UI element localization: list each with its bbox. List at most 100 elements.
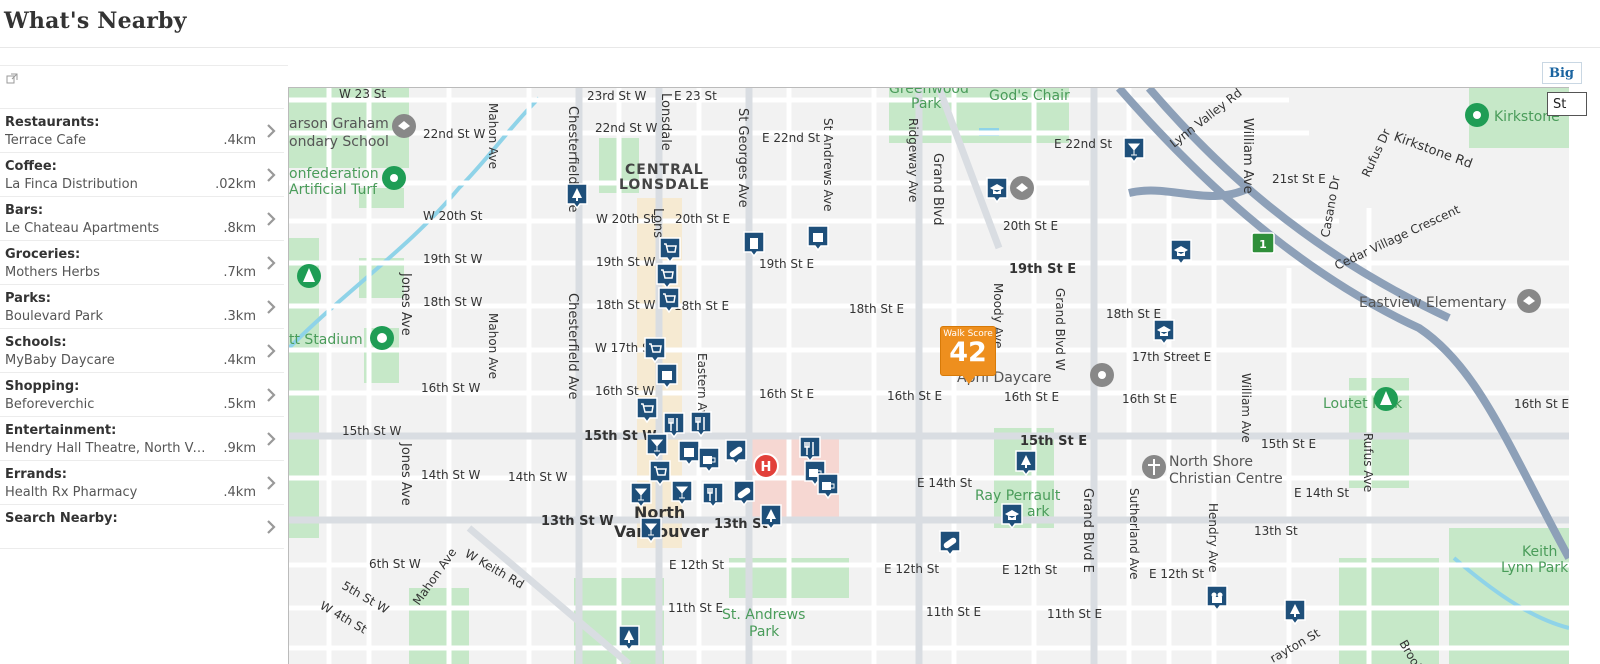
street-label: E 22nd St (1054, 137, 1112, 151)
highway-shield-icon: 1 (1252, 233, 1274, 253)
street-label: 19th St E (759, 257, 814, 271)
grocery-marker-icon[interactable] (657, 264, 677, 288)
chevron-right-icon (265, 431, 277, 447)
chevron-right-icon (265, 299, 277, 315)
category-label: Schools: (5, 335, 67, 350)
place-name: MyBaby Daycare (5, 353, 210, 368)
restaurant-marker-icon[interactable] (800, 437, 820, 461)
popout-icon[interactable] (6, 73, 18, 85)
restaurant-marker-icon[interactable] (691, 412, 711, 436)
place-label: Artificial Turf (289, 182, 378, 198)
neighbourhood-label: LONSDALE (619, 177, 710, 193)
coffee-marker-icon[interactable] (699, 448, 719, 472)
bigger-map-button[interactable]: Big (1542, 62, 1582, 84)
park-marker-icon[interactable] (761, 505, 781, 529)
street-label: 16th St E (1004, 390, 1059, 404)
distance-value: .4km (223, 353, 256, 368)
shopping-marker-icon[interactable] (808, 226, 828, 250)
street-label: 6th St W (369, 557, 421, 571)
place-name: Terrace Cafe (5, 133, 210, 148)
street-label: 20th St E (1003, 219, 1058, 233)
street-label: Mahon Ave (486, 313, 500, 379)
distance-value: .4km (223, 485, 256, 500)
park-marker-icon[interactable] (619, 626, 639, 650)
street-label: E 23 St (674, 89, 717, 103)
street-label: Lonsdale (658, 93, 673, 151)
distance-value: .3km (223, 309, 256, 324)
nearby-item-errands[interactable]: Errands: Health Rx Pharmacy .4km (0, 460, 284, 504)
nearby-item-groceries[interactable]: Groceries: Mothers Herbs .7km (0, 240, 284, 284)
grocery-marker-icon[interactable] (660, 238, 680, 262)
street-label: E 12th St (1149, 567, 1204, 581)
nearby-item-schools[interactable]: Schools: MyBaby Daycare .4km (0, 328, 284, 372)
place-label: onfederation (289, 166, 379, 182)
bar-marker-icon[interactable] (672, 481, 692, 505)
park-marker-icon[interactable] (567, 184, 587, 208)
restaurant-marker-icon[interactable] (703, 483, 723, 507)
street-label: 16th St E (1122, 392, 1177, 406)
place-label: Eastview Elementary (1359, 295, 1506, 311)
place-label: North Shore (1169, 454, 1253, 470)
bar-marker-icon[interactable] (641, 518, 661, 542)
distance-value: .7km (223, 265, 256, 280)
street-label: 16th St E (887, 389, 942, 403)
street-label: 11th St E (926, 605, 981, 619)
category-label: Restaurants: (5, 115, 99, 130)
distance-value: .9km (223, 441, 256, 456)
street-label: 18th St W (596, 298, 656, 312)
svg-text:H: H (761, 460, 772, 475)
nearby-item-entertainment[interactable]: Entertainment: Hendry Hall Theatre, Nort… (0, 416, 284, 460)
bar-marker-icon[interactable] (631, 483, 651, 507)
entertainment-marker-icon[interactable] (744, 232, 764, 256)
grocery-marker-icon[interactable] (645, 338, 665, 362)
nearby-item-restaurants[interactable]: Restaurants: Terrace Cafe .4km (0, 108, 284, 152)
pharmacy-marker-icon[interactable] (940, 531, 960, 555)
street-label: E 14th St (917, 476, 972, 490)
school-marker-icon[interactable] (987, 178, 1007, 202)
street-label: Chesterfield Ave (565, 293, 580, 400)
walk-score-badge[interactable]: Walk Score 42 (940, 326, 996, 376)
category-label: Errands: (5, 467, 67, 482)
pharmacy-marker-icon[interactable] (726, 440, 746, 464)
category-label: Parks: (5, 291, 51, 306)
nearby-item-search[interactable]: Search Nearby: (0, 504, 284, 549)
street-label: E 14th St (1294, 486, 1349, 500)
street-label: W 20th St (423, 209, 483, 223)
park-marker-icon[interactable] (1016, 451, 1036, 475)
street-view-button[interactable]: St (1547, 92, 1587, 116)
place-label: Lynn Park (1501, 560, 1569, 576)
street-label: Ridgeway Ave (906, 118, 920, 202)
neighbourhood-label: CENTRAL (625, 162, 704, 178)
bar-marker-icon[interactable] (1124, 138, 1144, 162)
nearby-item-parks[interactable]: Parks: Boulevard Park .3km (0, 284, 284, 328)
street-label: St Georges Ave (735, 108, 750, 208)
street-label: 16th St E (759, 387, 814, 401)
street-label: 18th St E (1106, 307, 1161, 321)
chevron-right-icon (265, 167, 277, 183)
grocery-marker-icon[interactable] (650, 461, 670, 485)
street-label: Sutherland Ave (1127, 488, 1141, 580)
bar-marker-icon[interactable] (647, 434, 667, 458)
place-label: Keith (1522, 544, 1557, 560)
coffee-marker-icon[interactable] (818, 474, 838, 498)
school-marker-icon[interactable] (1171, 240, 1191, 264)
nearby-item-shopping[interactable]: Shopping: Beforeverchic .5km (0, 372, 284, 416)
shopping-marker-icon[interactable] (679, 441, 699, 465)
nearby-item-coffee[interactable]: Coffee: La Finca Distribution .02km (0, 152, 284, 196)
pharmacy-marker-icon[interactable] (734, 481, 754, 505)
distance-value: .8km (223, 221, 256, 236)
park-marker-icon[interactable] (1285, 600, 1305, 624)
school-marker-icon[interactable] (1154, 320, 1174, 344)
shopping-marker-icon[interactable] (657, 364, 677, 388)
street-label: E 12th St (1002, 563, 1057, 577)
nearby-item-bars[interactable]: Bars: Le Chateau Apartments .8km (0, 196, 284, 240)
distance-value: .02km (215, 177, 256, 192)
school-marker-icon[interactable] (1002, 504, 1022, 528)
street-label: 18th St E (674, 299, 729, 313)
grocery-marker-icon[interactable] (659, 288, 679, 312)
entertainment-marker-icon[interactable] (1207, 586, 1227, 610)
chevron-right-icon (265, 255, 277, 271)
nearby-map[interactable]: 1 W 23 St 23rd St W E 23 St 22nd St W 22… (288, 87, 1569, 664)
grocery-marker-icon[interactable] (637, 398, 657, 422)
street-label: Mahon Ave (486, 103, 500, 169)
